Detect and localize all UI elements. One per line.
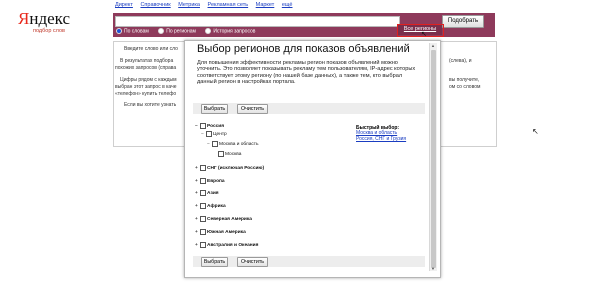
region-row-africa[interactable]: + Африка: [195, 203, 226, 209]
checkbox[interactable]: [200, 190, 206, 196]
search-input[interactable]: [115, 16, 400, 27]
checkbox[interactable]: [200, 216, 206, 222]
quick-link-russia-cis-georgia[interactable]: Россия, СНГ и Грузия: [356, 136, 406, 142]
nav-link-market[interactable]: Маркет: [256, 2, 275, 8]
checkbox[interactable]: [200, 123, 206, 129]
radio-checked-icon: [116, 28, 122, 34]
checkbox[interactable]: [200, 165, 206, 171]
dialog-scrollbar[interactable]: ▲ ▼: [429, 43, 437, 271]
region-row-russia[interactable]: − Россия: [195, 123, 224, 129]
checkbox[interactable]: [200, 229, 206, 235]
checkbox[interactable]: [200, 178, 206, 184]
mouse-cursor-icon: ↖: [532, 127, 539, 136]
select-button[interactable]: Выбрать: [201, 104, 228, 114]
logo-subtitle: подбор слов: [33, 28, 65, 34]
region-row-moscow-oblast[interactable]: − Москва и область: [207, 141, 258, 147]
region-row-moscow[interactable]: Москва: [213, 151, 241, 157]
dialog-button-bar-bottom: Выбрать Очистить: [193, 256, 425, 267]
search-mode-radios: По словам По регионам История запросов: [116, 28, 263, 34]
help-text-line: ом со словом: [449, 84, 481, 90]
checkbox[interactable]: [212, 141, 218, 147]
help-text-line: Введите слово или сло: [124, 46, 178, 52]
help-text-line: Цифры рядом с каждым: [120, 77, 177, 83]
radio-by-regions[interactable]: По регионам: [158, 28, 196, 34]
mouse-cursor-icon: ↖: [421, 31, 427, 38]
clear-button[interactable]: Очистить: [237, 257, 268, 267]
scrollbar-thumb[interactable]: [431, 50, 436, 268]
help-text-line: Если вы хотите узнать: [124, 102, 177, 108]
checkbox[interactable]: [200, 242, 206, 248]
dialog-title: Выбор регионов для показов объявлений: [197, 43, 410, 55]
top-nav: Директ Справочник Метрика Рекламная сеть…: [115, 2, 298, 8]
region-selection-dialog: Выбор регионов для показов объявлений Дл…: [184, 40, 441, 278]
help-text-line: «телефон» купить телефо: [115, 91, 177, 97]
help-text-line: В результатах подбора: [120, 58, 174, 64]
region-row-center[interactable]: − Центр: [201, 131, 227, 137]
scroll-up-icon[interactable]: ▲: [431, 43, 435, 48]
radio-unchecked-icon: [205, 28, 212, 34]
region-row-cis[interactable]: + СНГ (исключая Россию): [195, 165, 264, 171]
radio-unchecked-icon: [158, 28, 165, 34]
quick-select: Быстрый выбор: Москва и область Россия, …: [356, 125, 406, 142]
checkbox[interactable]: [200, 203, 206, 209]
region-row-europe[interactable]: + Европа: [195, 178, 225, 184]
radio-query-history[interactable]: История запросов: [205, 28, 255, 34]
checkbox[interactable]: [218, 151, 224, 157]
region-row-australia-oceania[interactable]: + Австралия и Океания: [195, 242, 258, 248]
yandex-logo[interactable]: Яндекс: [18, 9, 70, 29]
nav-link-ad-network[interactable]: Рекламная сеть: [208, 2, 249, 8]
help-text-line: (слева), и: [449, 58, 472, 64]
select-button[interactable]: Выбрать: [201, 257, 228, 267]
help-text-line: похожих запросов (справа: [115, 65, 177, 71]
help-text-line: выбран этот запрос в каче: [115, 84, 177, 90]
nav-link-more[interactable]: ещё: [282, 2, 293, 8]
scroll-down-icon[interactable]: ▼: [431, 266, 435, 271]
clear-button[interactable]: Очистить: [237, 104, 268, 114]
nav-link-reference[interactable]: Справочник: [140, 2, 170, 8]
pick-button[interactable]: Подобрать: [442, 15, 484, 28]
region-row-south-america[interactable]: + Южная Америка: [195, 229, 246, 235]
dialog-button-bar-top: Выбрать Очистить: [193, 103, 425, 114]
help-text-line: вы получите,: [449, 77, 480, 83]
radio-by-words[interactable]: По словам: [116, 28, 149, 34]
nav-link-direct[interactable]: Директ: [115, 2, 133, 8]
region-row-north-america[interactable]: + Северная Америка: [195, 216, 252, 222]
checkbox[interactable]: [206, 131, 212, 137]
dialog-description: Для повышения эффективности рекламы реги…: [197, 60, 416, 86]
nav-link-metrica[interactable]: Метрика: [178, 2, 200, 8]
region-row-asia[interactable]: + Азия: [195, 190, 219, 196]
